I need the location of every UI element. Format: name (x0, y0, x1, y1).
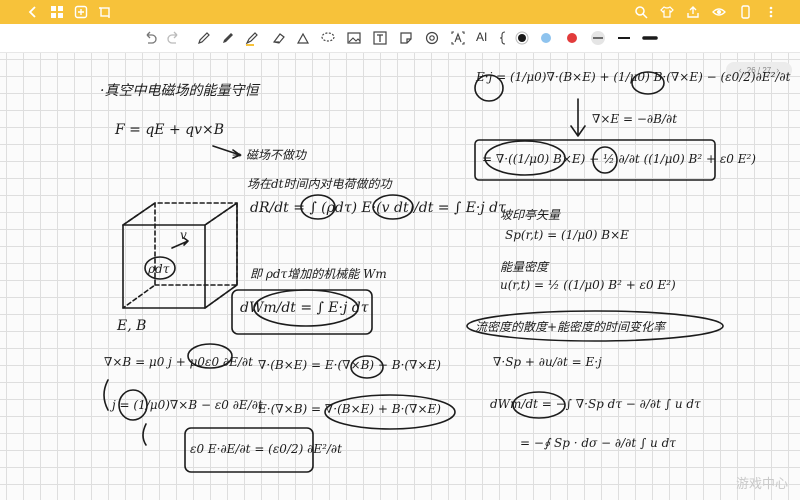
faraday-law: ∇×E = −∂B/∂t (592, 112, 678, 126)
dwm-equation: dWm/dt = ∫ E·j dτ (240, 300, 369, 316)
dwm-final-surface: = −∮ Sp · dσ − ∂/∂t ∫ u dτ (520, 436, 676, 450)
e-de-dt: ε0 E·∂E/∂t = (ε0/2) ∂E²/∂t (190, 442, 342, 456)
e-dot-curl-b: E·(∇×B) = ∇·(B×E) + B·(∇×E) (258, 402, 441, 416)
notes-title: ·真空中电磁场的能量守恒 (100, 83, 259, 99)
dr-dt-equation: dR/dt = ∫ (ρdτ) E·(v dt)/dt = ∫ E·j dτ (250, 200, 506, 216)
energy-density-title: 能量密度 (500, 260, 549, 274)
divergence-identity: ∇·(B×E) = E·(∇×B) − B·(∇×E) (258, 358, 441, 372)
rho-label: ρdτ (148, 262, 170, 276)
curl-b-equation: ∇×B = μ0 j + μ0ε0 ∂E/∂t (104, 355, 253, 369)
current-density-expr: j = (1/μ0)∇×B − ε0 ∂E/∂t (112, 398, 263, 412)
poynting-title: 坡印亭矢量 (500, 208, 561, 222)
circled-note: 流密度的散度+能密度的时间变化率 (475, 320, 666, 334)
cube-back-edges (122, 202, 238, 309)
continuity-equation: ∇·Sp + ∂u/∂t = E·j (493, 355, 602, 369)
dwm-final: dWm/dt = −∫ ∇·Sp dτ − ∂/∂t ∫ u dτ (490, 397, 701, 411)
e-dot-j-expansion: E·j = (1/μ0)∇·(B×E) + (1/μ0) B·(∇×E) − (… (476, 70, 791, 84)
energy-density: u(r,t) = ½ ((1/μ0) B² + ε0 E²) (500, 278, 676, 292)
e-dot-j-boxed: = ∇·((1/μ0) B×E) − ½ ∂/∂t ((1/μ0) B² + ε… (482, 152, 756, 166)
wm-note: 即 ρdτ增加的机械能 Wm (250, 267, 387, 281)
lorentz-force: F = qE + qv×B (115, 122, 225, 138)
velocity-label: v (180, 228, 187, 242)
cube-label: E, B (117, 318, 147, 334)
force-note: → 磁场不做功 (232, 148, 306, 162)
poynting-vector: Sp(r,t) = (1/μ0) B×E (505, 228, 629, 242)
watermark: 游戏中心 (735, 477, 788, 492)
work-note: 场在dt时间内对电荷做的功 (247, 177, 392, 191)
